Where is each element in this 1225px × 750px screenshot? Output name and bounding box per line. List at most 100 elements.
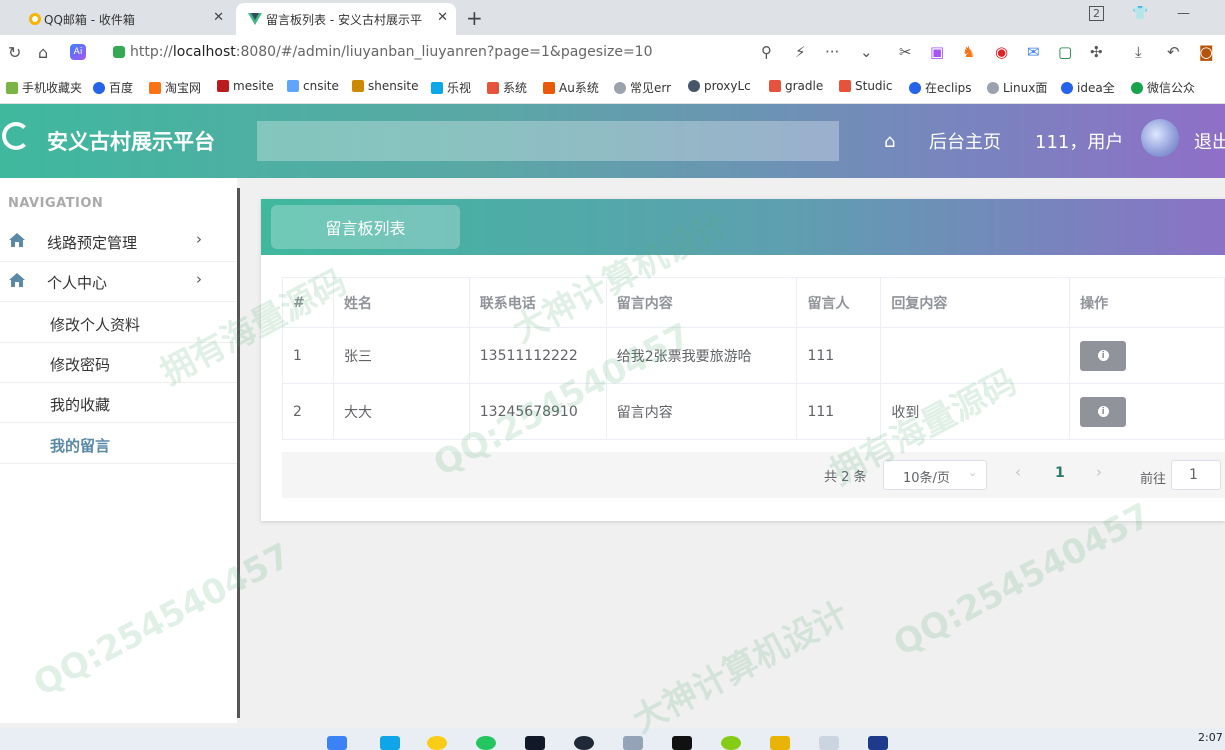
bookmark-item[interactable]: 在eclips xyxy=(909,79,972,96)
browser-tab-active[interactable]: 留言板列表 - 安义古村展示平 ✕ xyxy=(236,3,456,35)
bookmark-item[interactable]: Linux面 xyxy=(987,79,1047,96)
home-icon[interactable]: ⌂ xyxy=(38,43,48,62)
bookmark-item[interactable]: 微信公众 xyxy=(1131,79,1195,96)
bookmark-label: 百度 xyxy=(109,81,134,95)
wechat-icon xyxy=(1131,81,1143,94)
prev-page-button[interactable]: ‹ xyxy=(1015,463,1021,481)
puzzle-icon[interactable]: ✣ xyxy=(1090,43,1103,61)
bookmark-item[interactable]: proxyLc xyxy=(688,79,751,93)
c-icon xyxy=(839,80,851,92)
detail-button[interactable]: i xyxy=(1080,396,1127,427)
game-icon[interactable]: ♞ xyxy=(962,43,975,61)
taskbar-app-icon[interactable] xyxy=(476,736,496,750)
mail-icon[interactable]: ✉ xyxy=(1027,43,1040,61)
tab-count-badge[interactable]: 2 xyxy=(1089,6,1104,21)
undo-icon[interactable]: ↶ xyxy=(1167,43,1180,61)
logo-icon xyxy=(2,122,30,150)
logout-link[interactable]: 退出 xyxy=(1194,128,1225,154)
chevron-down-icon: ⌄ xyxy=(968,466,978,479)
table-row: 2 大大 13245678910 留言内容 111 收到 i xyxy=(282,383,1225,440)
chevron-right-icon: › xyxy=(196,230,202,248)
bookmark-item[interactable]: 系统 xyxy=(487,79,527,96)
url-prefix: http:// xyxy=(130,44,173,60)
sidebar-item-label: 修改个人资料 xyxy=(50,316,141,334)
chevron-down-icon[interactable]: ⌄ xyxy=(860,43,873,61)
column-header: 留言内容 xyxy=(605,277,798,328)
pagination-bar xyxy=(282,452,1225,498)
goto-page-input[interactable]: 1 xyxy=(1171,460,1221,490)
bookmark-label: 微信公众 xyxy=(1147,81,1196,95)
bookmark-item[interactable]: 常见err xyxy=(614,79,671,96)
table-cell: 111 xyxy=(796,327,882,384)
table-cell-actions: i xyxy=(1069,383,1225,440)
info-icon: i xyxy=(1097,350,1109,361)
translate-icon[interactable]: ▣ xyxy=(930,43,944,61)
weibo-icon[interactable]: ◉ xyxy=(995,43,1008,61)
home-icon[interactable]: ⌂ xyxy=(884,131,895,152)
reload-icon[interactable]: ↻ xyxy=(8,43,21,62)
chevron-right-icon: › xyxy=(196,270,202,288)
shensite-icon xyxy=(352,80,364,92)
ai-icon[interactable]: Ai xyxy=(70,44,86,60)
paw-icon xyxy=(93,81,105,94)
taskbar-app-icon[interactable] xyxy=(427,736,447,750)
terminal-icon[interactable] xyxy=(672,736,692,750)
vue-favicon-icon xyxy=(248,12,262,26)
bookmark-item[interactable]: mesite xyxy=(217,79,274,93)
qqmail-favicon-icon xyxy=(28,12,42,26)
taskbar-app-icon[interactable] xyxy=(819,736,839,750)
close-icon[interactable]: ✕ xyxy=(213,10,224,25)
bookmark-item[interactable]: Au系统 xyxy=(543,79,599,96)
avatar[interactable] xyxy=(1141,119,1179,157)
sidebar-item-edit-profile[interactable]: 修改个人资料 xyxy=(0,303,237,343)
minimize-icon[interactable]: — xyxy=(1177,6,1190,21)
tab-message-board-list[interactable]: 留言板列表 xyxy=(271,205,460,249)
nav-home-link[interactable]: 后台主页 xyxy=(929,128,1001,154)
bookmark-item[interactable]: 淘宝网 xyxy=(149,79,201,96)
bookmark-item[interactable]: 手机收藏夹 xyxy=(6,79,82,96)
intellij-icon[interactable] xyxy=(525,736,545,750)
sidebar-menu-personal-center[interactable]: 个人中心 › xyxy=(0,262,237,302)
close-icon[interactable]: ✕ xyxy=(437,10,448,25)
folder-icon[interactable] xyxy=(770,736,790,750)
bookmark-item[interactable]: idea全 xyxy=(1061,79,1115,96)
c-icon xyxy=(769,80,781,92)
bookmark-label: 常见err xyxy=(630,81,672,95)
detail-button[interactable]: i xyxy=(1080,340,1127,371)
sidebar-menu-route-booking[interactable]: 线路预定管理 › xyxy=(0,222,237,262)
taskbar-app-icon[interactable] xyxy=(623,736,643,750)
start-icon[interactable] xyxy=(327,736,347,750)
zoom-icon[interactable]: ⚲ xyxy=(761,43,772,61)
bookmark-label: 在eclips xyxy=(925,81,972,95)
taskbar-app-icon[interactable] xyxy=(868,736,888,750)
more-icon[interactable]: ··· xyxy=(825,43,839,61)
shirt-icon[interactable]: 👕 xyxy=(1132,6,1148,21)
new-tab-icon[interactable]: + xyxy=(466,6,483,30)
page-size-select[interactable]: 10条/页 ⌄ xyxy=(883,460,987,490)
download-icon[interactable]: ⤓ xyxy=(1135,43,1142,61)
extension-box-icon[interactable]: ▢ xyxy=(1058,43,1072,61)
sidebar-item-change-password[interactable]: 修改密码 xyxy=(0,343,237,383)
url-input[interactable]: http://localhost:8080/#/admin/liuyanban_… xyxy=(130,44,653,60)
bookmark-item[interactable]: shensite xyxy=(352,79,419,93)
browser-tab-qqmail[interactable]: QQ邮箱 - 收件箱 ✕ xyxy=(22,3,232,35)
cnsite-icon xyxy=(287,80,299,92)
current-page-number[interactable]: 1 xyxy=(1055,465,1065,481)
scissors-icon[interactable]: ✂ xyxy=(899,43,912,61)
taskbar-app-icon[interactable] xyxy=(574,736,594,750)
bookmark-item[interactable]: Studic xyxy=(839,79,892,93)
header-search-input[interactable] xyxy=(257,121,839,161)
bookmark-item[interactable]: 百度 xyxy=(93,79,133,96)
taskbar-app-icon[interactable] xyxy=(380,736,400,750)
sidebar-menu-label: 线路预定管理 xyxy=(47,234,138,252)
bookmark-label: 手机收藏夹 xyxy=(22,81,83,95)
taskbar-app-icon[interactable] xyxy=(721,736,741,750)
sidebar-item-my-messages[interactable]: 我的留言 xyxy=(0,424,237,464)
next-page-button[interactable]: › xyxy=(1096,463,1102,481)
bookmark-item[interactable]: cnsite xyxy=(287,79,339,93)
bag-icon[interactable]: ◙ xyxy=(1199,43,1214,61)
bookmark-item[interactable]: 乐视 xyxy=(431,79,471,96)
sidebar-item-favorites[interactable]: 我的收藏 xyxy=(0,383,237,423)
bookmark-item[interactable]: gradle xyxy=(769,79,823,93)
lightning-icon[interactable]: ⚡ xyxy=(795,43,806,61)
